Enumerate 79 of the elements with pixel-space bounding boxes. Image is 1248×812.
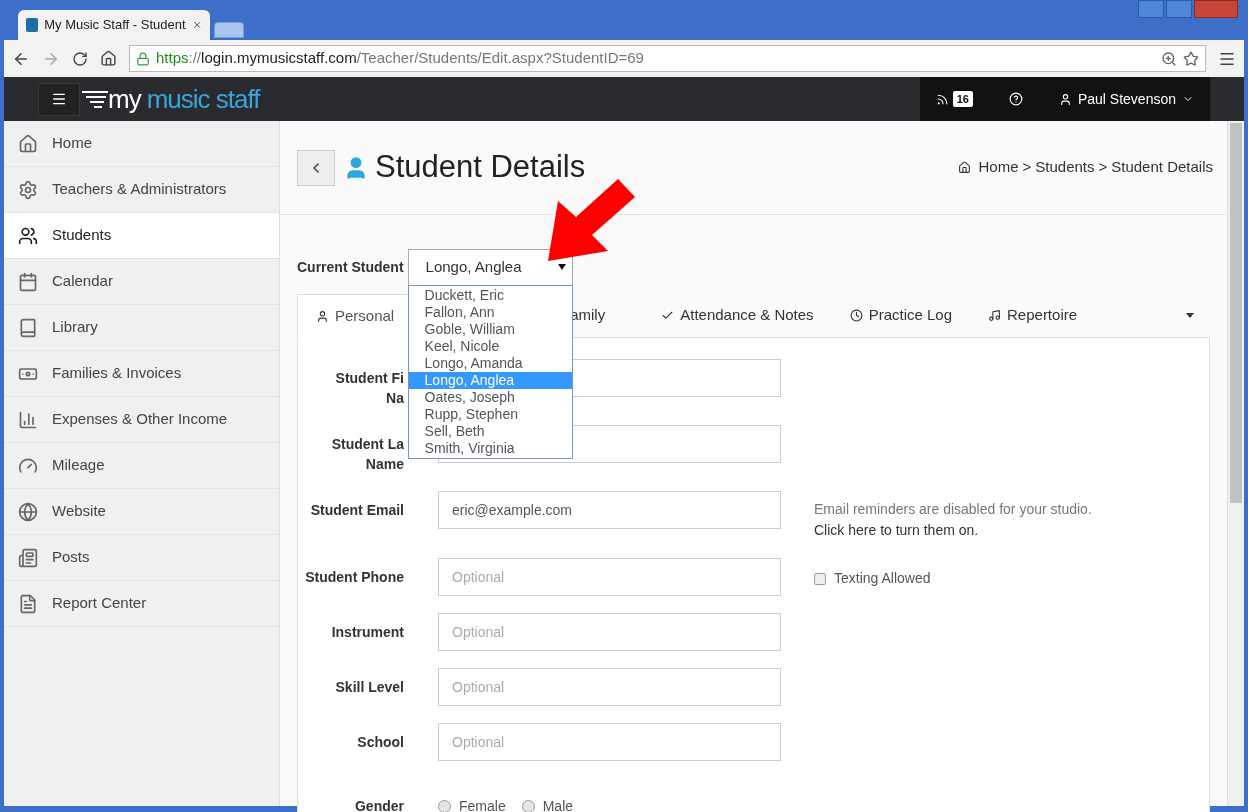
address-bar[interactable]: https://login.mymusicstaff.com/Teacher/Students/Edit.aspx?StudentID=69 bbox=[129, 45, 1206, 72]
breadcrumb-link[interactable]: Students bbox=[1035, 156, 1095, 179]
field-label: Instrument bbox=[331, 623, 404, 642]
text-input-field[interactable]: eric@example.com bbox=[438, 491, 781, 529]
texting-checkbox[interactable]: Texting Allowed bbox=[814, 558, 931, 589]
radio-option[interactable]: Male bbox=[521, 796, 574, 812]
logo[interactable]: my music staff bbox=[82, 79, 260, 119]
person-icon bbox=[1058, 92, 1072, 106]
home-icon[interactable] bbox=[100, 50, 117, 67]
field-label: Student La bbox=[331, 435, 404, 454]
clock-icon bbox=[849, 308, 863, 322]
site-favicon-icon bbox=[26, 18, 39, 32]
sidebar-item[interactable]: Home bbox=[4, 121, 279, 167]
dropdown-option[interactable]: Rupp, Stephen bbox=[408, 405, 572, 423]
breadcrumb-link[interactable]: Home bbox=[978, 156, 1019, 179]
sidebar-item[interactable]: Posts bbox=[4, 535, 279, 581]
star-icon[interactable] bbox=[1183, 50, 1199, 67]
scrollbar-thumb[interactable] bbox=[1230, 123, 1242, 503]
field-label: Student Fi bbox=[335, 369, 404, 388]
field-label: Gender bbox=[355, 797, 404, 812]
sidebar-item[interactable]: Website bbox=[4, 489, 279, 535]
page-title: Student Details bbox=[375, 148, 586, 187]
reload-icon[interactable] bbox=[72, 50, 88, 67]
person-icon bbox=[316, 309, 329, 323]
close-icon[interactable] bbox=[191, 19, 202, 31]
user-menu[interactable]: Paul Stevenson bbox=[1042, 77, 1210, 121]
bar-chart-icon bbox=[18, 409, 38, 430]
field-label: Student Email bbox=[310, 501, 404, 520]
field-label: Name bbox=[365, 455, 404, 474]
home-icon bbox=[18, 133, 38, 154]
dropdown-option[interactable]: Oates, Joseph bbox=[408, 388, 572, 406]
help-icon bbox=[1008, 92, 1023, 106]
dropdown-option[interactable]: Smith, Virginia bbox=[408, 439, 572, 457]
feed-button[interactable]: 16 bbox=[919, 77, 989, 121]
breadcrumb-separator: > bbox=[1022, 157, 1032, 178]
caret-icon bbox=[1186, 312, 1194, 318]
zoom-icon[interactable] bbox=[1161, 50, 1177, 67]
sidebar-item[interactable]: Library bbox=[4, 305, 279, 351]
sidebar-item[interactable]: Report Center bbox=[4, 581, 279, 627]
radio-option[interactable]: Female bbox=[438, 796, 506, 812]
count-badge: 16 bbox=[952, 90, 973, 108]
menu-button[interactable] bbox=[38, 82, 80, 116]
current-student-label: Current Student bbox=[297, 257, 404, 277]
scrollbar[interactable] bbox=[1227, 121, 1244, 806]
field-label: Na bbox=[386, 389, 404, 408]
home-icon bbox=[957, 161, 971, 174]
music-note-icon bbox=[988, 308, 1001, 322]
dropdown-option[interactable]: Longo, Amanda bbox=[408, 354, 572, 372]
gear-icon bbox=[18, 179, 38, 200]
sidebar-item[interactable]: Students bbox=[4, 213, 279, 259]
people-icon bbox=[18, 225, 38, 246]
field-label: Skill Level bbox=[335, 678, 404, 697]
globe-icon bbox=[18, 501, 38, 522]
field-label: Student Phone bbox=[305, 568, 404, 587]
rss-icon bbox=[935, 92, 949, 106]
tab[interactable]: Attendance & Notes bbox=[643, 293, 832, 337]
newspaper-icon bbox=[18, 547, 38, 568]
sidebar-item[interactable]: Calendar bbox=[4, 259, 279, 305]
lock-icon bbox=[136, 51, 150, 66]
dropdown-option[interactable]: Keel, Nicole bbox=[408, 337, 572, 355]
tab[interactable]: Practice Log bbox=[831, 293, 970, 337]
browser-tab[interactable]: My Music Staff - Student bbox=[18, 10, 210, 40]
sidebar-item[interactable]: Expenses & Other Income bbox=[4, 397, 279, 443]
tab-title: My Music Staff - Student bbox=[44, 16, 186, 35]
calendar-icon bbox=[18, 271, 38, 292]
sidebar-item[interactable]: Mileage bbox=[4, 443, 279, 489]
tab[interactable]: Repertoire bbox=[970, 293, 1096, 337]
dropdown-option[interactable]: Sell, Beth bbox=[408, 422, 572, 440]
logo-lines-icon bbox=[82, 90, 108, 108]
url-text: https://login.mymusicstaff.com/Teacher/Students/Edit.aspx?StudentID=69 bbox=[156, 48, 645, 69]
book-icon bbox=[18, 317, 38, 338]
document-icon bbox=[18, 593, 38, 614]
breadcrumb-separator: > bbox=[1098, 157, 1108, 178]
turn-on-link[interactable]: Click here to turn them on. bbox=[814, 520, 1092, 541]
field-label: School bbox=[357, 733, 404, 752]
caret-icon bbox=[557, 264, 566, 270]
menu-icon bbox=[51, 91, 67, 107]
sidebar-item[interactable]: Families & Invoices bbox=[4, 351, 279, 397]
email-reminder-note: Email reminders are disabled for your studio. bbox=[814, 500, 1092, 519]
